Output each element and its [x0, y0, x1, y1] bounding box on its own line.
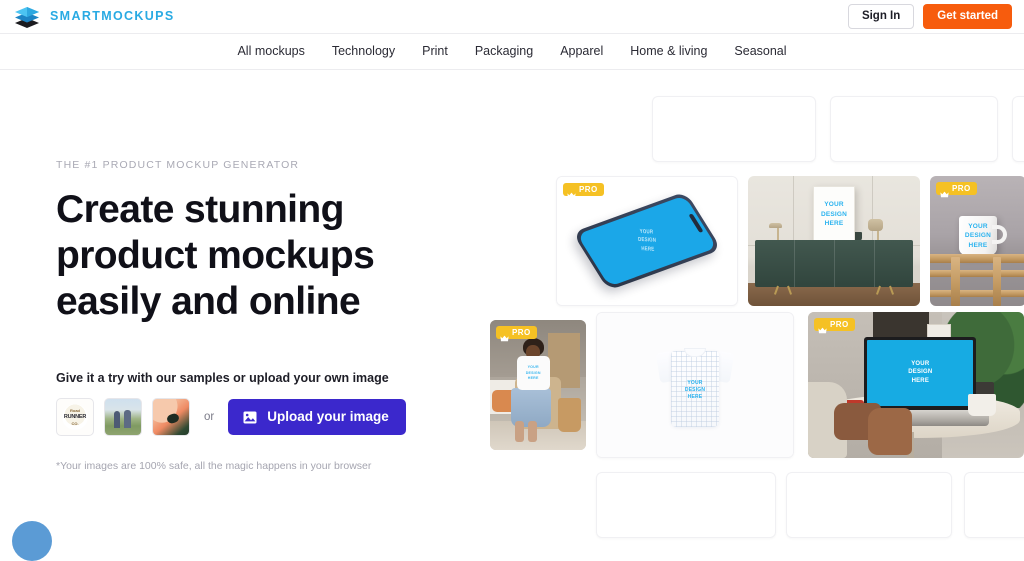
- upload-your-image-button[interactable]: Upload your image: [228, 399, 406, 435]
- sample-thumbnail-people-outdoors[interactable]: [104, 398, 142, 437]
- sideboard-fold-2: [834, 239, 835, 287]
- person-foot-right: [528, 421, 538, 443]
- pro-badge: PRO: [936, 182, 977, 198]
- try-samples-label: Give it a try with our samples or upload…: [56, 370, 389, 385]
- person-foot-left: [514, 421, 524, 443]
- nav-item-technology[interactable]: Technology: [332, 45, 395, 58]
- nav-item-packaging[interactable]: Packaging: [475, 45, 533, 58]
- person-hand-right: [868, 408, 912, 456]
- sideboard-fold-3: [873, 239, 875, 287]
- lamp-stand-left: [777, 226, 780, 241]
- hero-section: THE #1 PRODUCT MOCKUP GENERATOR Create s…: [56, 160, 476, 472]
- mockup-card-placeholder-bottom-1[interactable]: [596, 472, 776, 538]
- mockup-card-placeholder-bottom-2[interactable]: [786, 472, 952, 538]
- shelf-post-2: [993, 256, 1002, 306]
- mockup-card-poster-sideboard[interactable]: YOUR DESIGN HERE: [748, 176, 920, 306]
- pro-badge: PRO: [496, 326, 537, 342]
- mug-body: YOUR DESIGN HERE: [958, 216, 1008, 256]
- mockup-card-flat-tshirt[interactable]: YOUR DESIGN HERE: [596, 312, 794, 458]
- nav-item-print[interactable]: Print: [422, 45, 448, 58]
- mockup-card-phone[interactable]: PRO YOUR DESIGN HERE: [556, 176, 738, 306]
- brand-logo[interactable]: SMARTMOCKUPS: [13, 5, 175, 29]
- pro-badge-label: PRO: [952, 183, 971, 193]
- top-bar: SMARTMOCKUPS Sign In Get started: [0, 0, 1024, 34]
- page-title: Create stunning product mockups easily a…: [56, 187, 375, 324]
- nav-item-home-living[interactable]: Home & living: [630, 45, 707, 58]
- crown-icon: [940, 185, 949, 198]
- logo-badge-line1: Road: [70, 408, 80, 414]
- crown-icon: [500, 329, 509, 342]
- mockup-card-person-tshirt[interactable]: PRO YOUR DESIGN HERE: [490, 320, 586, 450]
- category-nav: All mockups Technology Print Packaging A…: [0, 34, 1024, 70]
- mockup-card-placeholder-top-1[interactable]: [652, 96, 816, 162]
- laptop-mockup-scene: YOUR DESIGN HERE: [808, 312, 1024, 458]
- mug-handle: [992, 224, 1008, 245]
- room-scene: YOUR DESIGN HERE: [748, 176, 920, 306]
- laptop-lid: YOUR DESIGN HERE: [864, 336, 977, 410]
- image-icon: [243, 411, 257, 424]
- upload-button-label: Upload your image: [267, 409, 389, 425]
- shelf-post-1: [951, 256, 961, 306]
- sign-in-button[interactable]: Sign In: [847, 3, 915, 30]
- or-separator-label: or: [204, 411, 215, 424]
- shelf-plank-3: [930, 290, 1024, 298]
- layers-stack-icon: [13, 5, 41, 29]
- mockup-card-placeholder-top-3[interactable]: [1012, 96, 1024, 162]
- brand-name: SMARTMOCKUPS: [50, 9, 175, 24]
- shelf-plank-1: [930, 254, 1024, 263]
- sideboard-fold-1: [794, 239, 796, 287]
- mockup-card-laptop[interactable]: PRO YOUR DESIGN HERE: [808, 312, 1024, 458]
- phone-device: YOUR DESIGN HERE: [572, 191, 722, 291]
- nav-item-apparel[interactable]: Apparel: [560, 45, 603, 58]
- mockup-card-placeholder-top-2[interactable]: [830, 96, 998, 162]
- mockup-card-mug[interactable]: PRO YOUR DESIGN HERE: [930, 176, 1024, 306]
- get-started-button[interactable]: Get started: [923, 3, 1012, 30]
- design-placeholder-text: YOUR DESIGN HERE: [820, 201, 848, 228]
- tshirt-mockup-scene: YOUR DESIGN HERE: [597, 313, 793, 457]
- safety-footnote: *Your images are 100% safe, all the magi…: [56, 460, 372, 473]
- design-placeholder-text: YOUR DESIGN HERE: [964, 222, 992, 249]
- phone-screen: YOUR DESIGN HERE: [576, 195, 718, 287]
- sample-thumbnail-abstract-art[interactable]: [152, 398, 190, 437]
- pro-badge: PRO: [563, 183, 604, 199]
- design-placeholder-text: YOUR DESIGN HERE: [525, 365, 541, 380]
- nav-item-all-mockups[interactable]: All mockups: [237, 45, 304, 58]
- nav-item-seasonal[interactable]: Seasonal: [734, 45, 786, 58]
- sideboard-furniture: [754, 239, 914, 295]
- pro-badge-label: PRO: [579, 184, 598, 194]
- shelf-plank-2: [930, 269, 1024, 277]
- sample-thumbnail-road-runner-logo[interactable]: Road RUNNER CO.: [56, 398, 94, 437]
- mockup-grid: PRO YOUR DESIGN HERE YOUR DESIGN HERE PR…: [484, 96, 1024, 538]
- poster-artwork: YOUR DESIGN HERE: [813, 185, 855, 244]
- scene-coffee-cup: [967, 393, 996, 416]
- logo-badge-line2: RUNNER: [63, 414, 87, 421]
- tshirt-garment: YOUR DESIGN HERE: [655, 343, 735, 427]
- laptop-device: YOUR DESIGN HERE: [851, 336, 989, 426]
- phone-mockup-scene: YOUR DESIGN HERE: [557, 177, 737, 305]
- design-placeholder-text: YOUR DESIGN HERE: [908, 360, 933, 385]
- logo-badge-line3: CO.: [71, 421, 79, 427]
- crown-icon: [818, 321, 827, 334]
- chat-widget-button[interactable]: [12, 521, 52, 561]
- lamp-shade-left: [768, 223, 782, 228]
- lamp-shade-right: [868, 218, 884, 231]
- hero-eyebrow: THE #1 PRODUCT MOCKUP GENERATOR: [56, 159, 300, 171]
- scene-basket: [558, 398, 582, 432]
- pro-badge-label: PRO: [830, 319, 849, 329]
- sample-and-upload-row: Road RUNNER CO. or Upload your image: [56, 398, 476, 437]
- top-bar-actions: Sign In Get started: [847, 3, 1012, 30]
- pro-badge: PRO: [814, 318, 855, 334]
- mockup-card-placeholder-bottom-3[interactable]: [964, 472, 1024, 538]
- person-tshirt: YOUR DESIGN HERE: [516, 356, 550, 391]
- logo-badge-text: Road RUNNER CO.: [57, 399, 93, 435]
- laptop-screen: YOUR DESIGN HERE: [867, 339, 974, 406]
- crown-icon: [567, 186, 576, 199]
- pro-badge-label: PRO: [512, 327, 531, 337]
- design-placeholder-text: YOUR DESIGN HERE: [684, 379, 706, 401]
- design-placeholder-text: YOUR DESIGN HERE: [637, 228, 657, 253]
